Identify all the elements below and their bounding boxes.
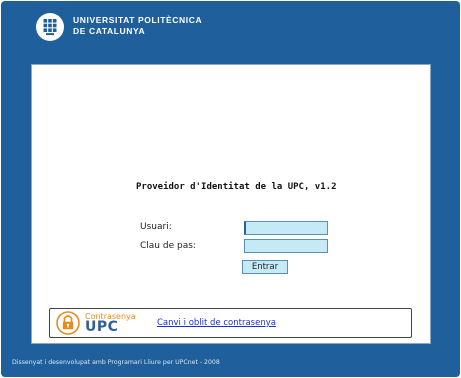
university-name-line2: DE CATALUNYA — [73, 26, 146, 36]
university-name-line1: UNIVERSITAT POLITÈCNICA — [73, 15, 203, 25]
page-title: Proveidor d'Identitat de la UPC, v1.2 — [136, 182, 337, 192]
password-brand-line2: UPC — [85, 319, 119, 335]
password-label: Clau de pas: — [140, 241, 196, 251]
password-change-link[interactable]: Canvi i oblit de contrasenya — [157, 318, 276, 328]
username-label: Usuari: — [140, 222, 172, 232]
footer-credit: Dissenyat i desenvolupat amb Programari … — [12, 359, 220, 366]
username-input[interactable] — [244, 221, 328, 235]
upc-logo-icon — [36, 13, 64, 41]
university-name: UNIVERSITAT POLITÈCNICA DE CATALUNYA — [73, 15, 202, 37]
login-page-frame: UNIVERSITAT POLITÈCNICA DE CATALUNYA Pro… — [1, 1, 460, 377]
login-button[interactable]: Entrar — [242, 260, 288, 274]
password-service-box: Contrasenya UPC Canvi i oblit de contras… — [49, 308, 412, 338]
password-input[interactable] — [244, 239, 328, 253]
login-panel: Proveidor d'Identitat de la UPC, v1.2 Us… — [31, 64, 431, 344]
lock-icon — [56, 311, 80, 335]
